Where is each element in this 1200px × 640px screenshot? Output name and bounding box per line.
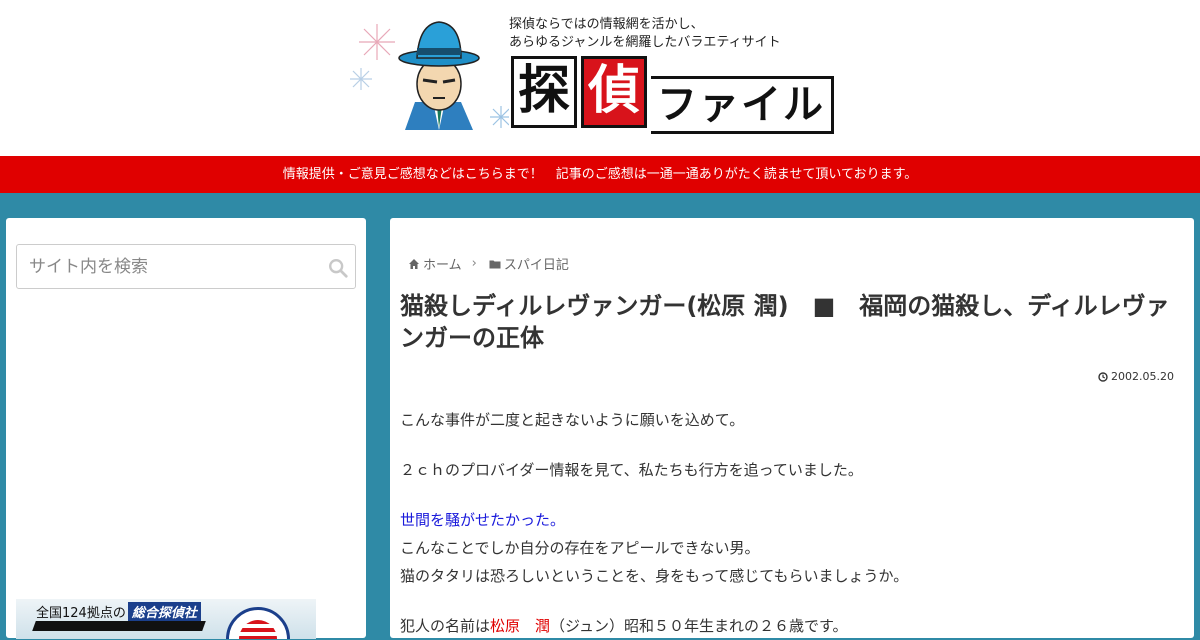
home-icon bbox=[409, 258, 419, 269]
paragraph-5: 猫のタタリは恐ろしいということを、身をもって感じてもらいましょうか。 bbox=[400, 567, 909, 585]
tagline-line-2: あらゆるジャンルを網羅したバラエティサイト bbox=[509, 35, 781, 50]
search-input[interactable] bbox=[17, 245, 329, 288]
tagline-line-1: 探偵ならではの情報網を活かし、 bbox=[509, 17, 704, 32]
breadcrumb-home[interactable]: ホーム bbox=[408, 254, 462, 273]
suspect-name: 松原 潤 bbox=[490, 617, 551, 635]
notice-bar[interactable]: 情報提供・ご意見ご感想などはこちらまで！ 記事のご感想は一通一通ありがたく読ませ… bbox=[0, 156, 1200, 193]
breadcrumb-category-label[interactable]: スパイ日記 bbox=[504, 254, 569, 273]
search-box bbox=[16, 244, 356, 289]
site-header: 探偵ならではの情報網を活かし、 あらゆるジャンルを網羅したバラエティサイト 探 … bbox=[0, 0, 1200, 156]
breadcrumb: ホーム › スパイ日記 bbox=[408, 254, 569, 273]
paragraph-2: ２ｃｈのプロバイダー情報を見て、私たちも行方を追っていました。 bbox=[400, 461, 863, 479]
paragraph-4: こんなことでしか自分の存在をアピールできない男。 bbox=[400, 539, 760, 557]
post-date-text: 2002.05.20 bbox=[1111, 370, 1174, 383]
banner-badge: 総合探偵社 bbox=[127, 602, 201, 621]
paragraph-1: こんな事件が二度と起きないように願いを込めて。 bbox=[400, 411, 745, 429]
banner-seal-icon bbox=[226, 607, 290, 639]
notice-text[interactable]: 情報提供・ご意見ご感想などはこちらまで！ 記事のご感想は一通一通ありがたく読ませ… bbox=[283, 167, 918, 182]
chevron-right-icon: › bbox=[471, 256, 477, 271]
breadcrumb-home-label[interactable]: ホーム bbox=[423, 254, 462, 273]
article-title: 猫殺しディルレヴァンガー(松原 潤) ■ 福岡の猫殺し、ディルレヴァンガーの正体 bbox=[400, 292, 1170, 352]
clock-icon bbox=[1098, 371, 1108, 382]
breadcrumb-category[interactable]: スパイ日記 bbox=[489, 254, 569, 273]
article-main: ホーム › スパイ日記 猫殺しディルレヴァンガー(松原 潤) ■ 福岡の猫殺し、… bbox=[390, 218, 1194, 638]
banner-lead: 全国124拠点の bbox=[36, 606, 126, 621]
site-logo[interactable]: 探偵ならではの情報網を活かし、 あらゆるジャンルを網羅したバラエティサイト 探 … bbox=[349, 10, 849, 134]
sidebar: 全国124拠点の総合探偵社 bbox=[6, 218, 366, 639]
paragraph-3-highlight: 世間を騒がせたかった。 bbox=[400, 511, 566, 529]
detective-illustration bbox=[350, 21, 509, 130]
brand-kana: ファイル bbox=[651, 76, 834, 134]
post-date: 2002.05.20 bbox=[1098, 370, 1174, 383]
brand-kanji-tei: 偵 bbox=[581, 56, 647, 128]
paragraph-6-after: （ジュン）昭和５０年生まれの２６歳です。 bbox=[550, 617, 848, 635]
brand-kanji-tan: 探 bbox=[511, 56, 577, 128]
paragraph-6: 犯人の名前は松原 潤（ジュン）昭和５０年生まれの２６歳です。 bbox=[400, 612, 1180, 640]
folder-icon bbox=[489, 260, 501, 268]
paragraph-6-before: 犯人の名前は bbox=[400, 617, 491, 635]
banner-text: 全国124拠点の 総合探偵社 bbox=[36, 602, 201, 621]
search-icon[interactable] bbox=[327, 257, 349, 279]
detective-agency-banner[interactable]: 全国124拠点の 総合探偵社 bbox=[16, 599, 316, 639]
article-body: こんな事件が二度と起きないように願いを込めて。 ２ｃｈのプロバイダー情報を見て、… bbox=[400, 406, 1180, 640]
site-tagline: 探偵ならではの情報網を活かし、 あらゆるジャンルを網羅したバラエティサイト bbox=[509, 16, 781, 52]
